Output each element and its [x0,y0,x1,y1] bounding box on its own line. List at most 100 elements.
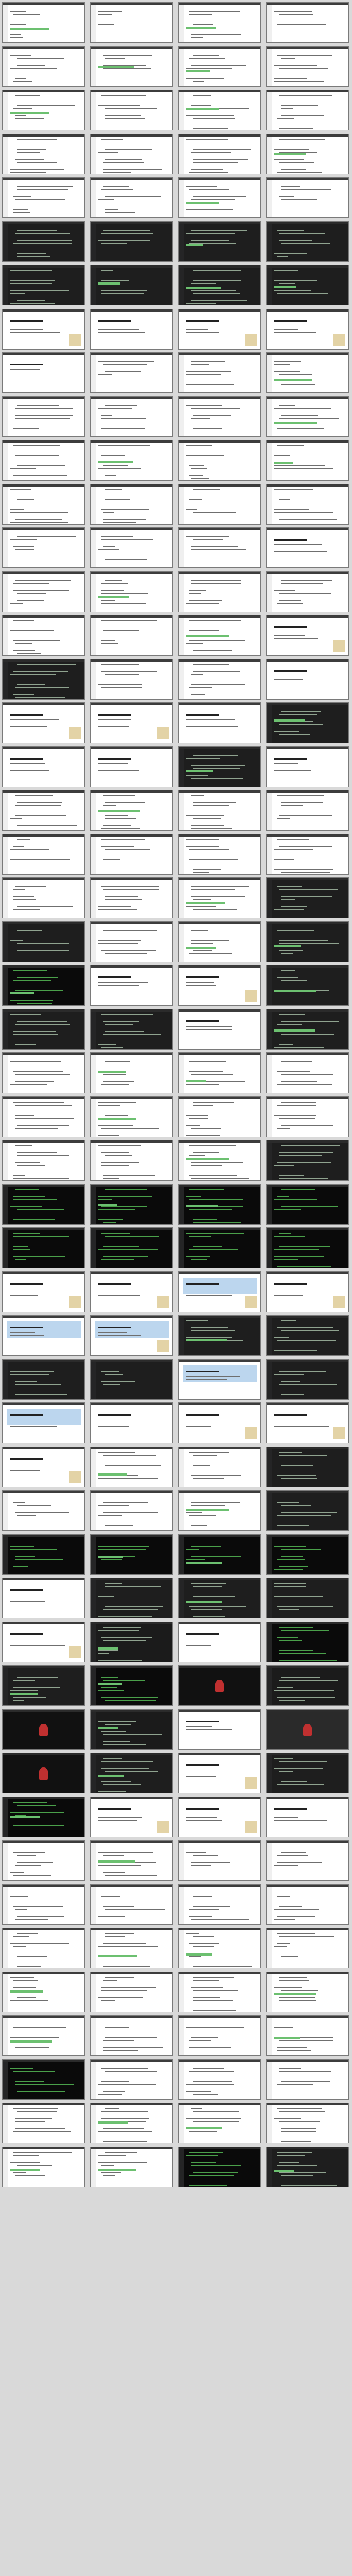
frame-thumbnail[interactable] [2,2015,85,2056]
frame-thumbnail[interactable] [2,1358,85,1400]
frame-thumbnail[interactable] [90,965,173,1006]
frame-thumbnail[interactable] [2,1971,85,2012]
frame-thumbnail[interactable] [90,1052,173,1093]
frame-thumbnail[interactable] [178,396,261,437]
frame-thumbnail[interactable] [178,1446,261,1487]
frame-thumbnail[interactable] [266,1183,349,1225]
frame-thumbnail[interactable] [90,483,173,525]
frame-thumbnail[interactable] [2,1840,85,1881]
frame-thumbnail[interactable] [266,1578,349,1618]
frame-thumbnail[interactable] [2,1490,85,1531]
frame-thumbnail[interactable] [2,2059,85,2100]
frame-thumbnail[interactable] [2,396,85,437]
frame-thumbnail[interactable] [266,1928,349,1968]
frame-thumbnail[interactable] [266,1315,349,1356]
frame-thumbnail[interactable] [178,877,261,918]
frame-thumbnail[interactable] [266,1753,349,1793]
frame-thumbnail[interactable] [2,1227,85,1268]
frame-thumbnail[interactable] [2,90,85,130]
frame-thumbnail[interactable] [2,615,85,656]
frame-thumbnail[interactable] [90,1665,173,1706]
frame-thumbnail[interactable] [266,2103,349,2143]
frame-thumbnail[interactable] [178,2059,261,2100]
frame-thumbnail[interactable] [90,1796,173,1837]
frame-thumbnail[interactable] [178,833,261,875]
frame-thumbnail[interactable] [90,90,173,130]
frame-thumbnail[interactable] [266,1884,349,1925]
frame-thumbnail[interactable] [2,2103,85,2143]
frame-thumbnail[interactable] [266,2146,349,2187]
frame-thumbnail[interactable] [266,527,349,568]
frame-thumbnail[interactable] [266,921,349,962]
frame-thumbnail[interactable] [90,877,173,918]
frame-thumbnail[interactable] [178,1796,261,1837]
frame-thumbnail[interactable] [178,1490,261,1531]
frame-thumbnail[interactable] [266,2015,349,2056]
frame-thumbnail[interactable] [266,46,349,87]
frame-thumbnail[interactable] [178,1928,261,1968]
frame-thumbnail[interactable] [266,133,349,174]
frame-thumbnail[interactable] [266,571,349,612]
frame-thumbnail[interactable] [266,1709,349,1750]
frame-thumbnail[interactable] [90,1183,173,1225]
frame-thumbnail[interactable] [178,1008,261,1050]
frame-thumbnail[interactable] [90,2,173,43]
frame-thumbnail[interactable] [178,2,261,43]
frame-thumbnail[interactable] [266,790,349,831]
frame-thumbnail[interactable] [90,133,173,174]
frame-thumbnail[interactable] [178,265,261,305]
frame-thumbnail[interactable] [178,615,261,656]
frame-thumbnail[interactable] [90,527,173,568]
frame-thumbnail[interactable] [90,2059,173,2100]
frame-thumbnail[interactable] [90,1358,173,1400]
frame-thumbnail[interactable] [178,1183,261,1225]
frame-thumbnail[interactable] [2,1884,85,1925]
frame-thumbnail[interactable] [266,1971,349,2012]
frame-thumbnail[interactable] [178,1709,261,1750]
frame-thumbnail[interactable] [90,1446,173,1487]
frame-thumbnail[interactable] [90,702,173,743]
frame-thumbnail[interactable] [90,2103,173,2143]
frame-thumbnail[interactable] [178,1227,261,1268]
frame-thumbnail[interactable] [90,1884,173,1925]
frame-thumbnail[interactable] [266,658,349,700]
frame-thumbnail[interactable] [2,790,85,831]
frame-thumbnail[interactable] [2,177,85,218]
frame-thumbnail[interactable] [178,527,261,568]
frame-thumbnail[interactable] [178,921,261,962]
frame-thumbnail[interactable] [178,1140,261,1181]
frame-thumbnail[interactable] [2,1096,85,1137]
frame-thumbnail[interactable] [2,1709,85,1750]
frame-thumbnail[interactable] [90,746,173,787]
frame-thumbnail[interactable] [266,1402,349,1443]
frame-thumbnail[interactable] [90,177,173,218]
frame-thumbnail[interactable] [266,483,349,525]
frame-thumbnail[interactable] [266,833,349,875]
frame-thumbnail[interactable] [266,265,349,305]
frame-thumbnail[interactable] [90,615,173,656]
frame-thumbnail[interactable] [266,1008,349,1050]
frame-thumbnail[interactable] [2,921,85,962]
frame-thumbnail[interactable] [90,1753,173,1793]
frame-thumbnail[interactable] [2,1665,85,1706]
frame-thumbnail[interactable] [90,1096,173,1137]
frame-thumbnail[interactable] [178,2015,261,2056]
frame-thumbnail[interactable] [266,2059,349,2100]
frame-thumbnail[interactable] [178,1621,261,1662]
frame-thumbnail[interactable] [2,1183,85,1225]
frame-thumbnail[interactable] [2,308,85,350]
frame-thumbnail[interactable] [266,352,349,393]
frame-thumbnail[interactable] [178,702,261,743]
frame-thumbnail[interactable] [178,1533,261,1575]
frame-thumbnail[interactable] [266,1446,349,1487]
frame-thumbnail[interactable] [90,2146,173,2187]
frame-thumbnail[interactable] [266,1621,349,1662]
frame-thumbnail[interactable] [2,965,85,1006]
frame-thumbnail[interactable] [266,221,349,262]
frame-thumbnail[interactable] [90,265,173,305]
frame-thumbnail[interactable] [266,1840,349,1881]
frame-thumbnail[interactable] [2,833,85,875]
frame-thumbnail[interactable] [2,1315,85,1356]
frame-thumbnail[interactable] [178,1402,261,1443]
frame-thumbnail[interactable] [266,1490,349,1531]
